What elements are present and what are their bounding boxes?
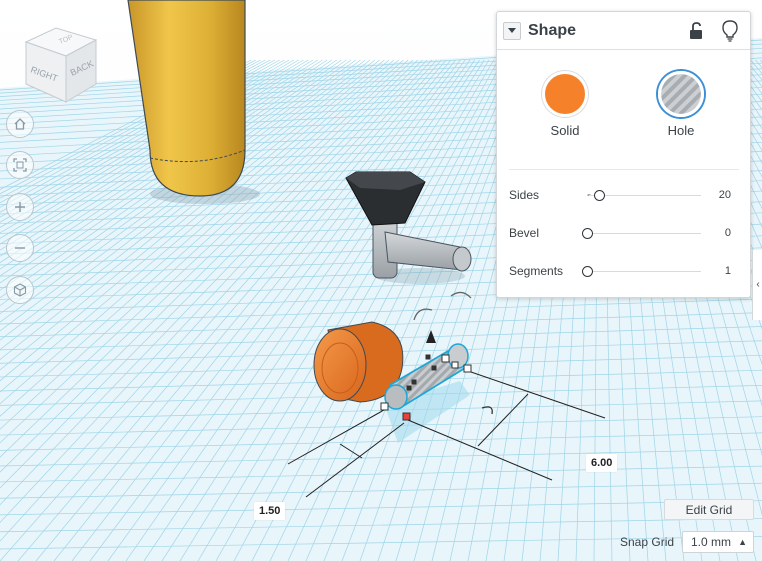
lightbulb-icon[interactable]	[722, 20, 738, 42]
segments-slider-knob[interactable]	[582, 266, 593, 277]
diameter-dimension[interactable]: 1.50	[254, 502, 286, 520]
zoom-in-button[interactable]	[6, 193, 34, 221]
sides-label: Sides	[509, 188, 540, 202]
fit-view-button[interactable]	[6, 151, 34, 179]
segments-label: Segments	[509, 264, 564, 278]
solid-label: Solid	[550, 123, 580, 138]
home-view-button[interactable]	[6, 110, 34, 138]
inspector-title: Shape	[528, 22, 577, 39]
snap-grid-label: Snap Grid	[620, 535, 675, 549]
length-dimension[interactable]: 6.00	[586, 454, 618, 472]
panel-edge-tab[interactable]: ‹	[752, 250, 762, 320]
bevel-label: Bevel	[509, 226, 540, 240]
param-bevel: Bevel 0	[509, 224, 741, 244]
bevel-slider-knob[interactable]	[582, 228, 593, 239]
plus-icon	[15, 202, 25, 212]
segments-slider-track[interactable]	[589, 271, 701, 272]
shape-inspector: Shape Solid Hole Sides - 20 Bevel 0 Segm…	[496, 11, 751, 298]
edit-grid-button[interactable]: Edit Grid	[664, 499, 754, 520]
collapse-button[interactable]	[503, 22, 521, 40]
cube-icon	[13, 283, 27, 297]
param-sides: Sides - 20	[509, 186, 741, 206]
inspector-header: Shape	[497, 12, 750, 49]
lock-icon[interactable]	[687, 21, 705, 41]
solid-swatch[interactable]	[542, 71, 588, 117]
panel-separator	[509, 169, 739, 170]
hole-label: Hole	[667, 123, 695, 138]
snap-grid-value: 1.0 mm	[691, 535, 732, 549]
param-segments: Segments 1	[509, 262, 741, 282]
perspective-button[interactable]	[6, 276, 34, 304]
hole-swatch[interactable]	[658, 71, 704, 117]
sides-slider-knob[interactable]	[594, 190, 605, 201]
fit-all-icon	[13, 158, 27, 172]
sides-minus: -	[587, 187, 591, 201]
chevron-down-icon	[508, 28, 516, 33]
sides-slider-track[interactable]	[589, 195, 701, 196]
zoom-out-button[interactable]	[6, 234, 34, 262]
snap-grid-select[interactable]: 1.0 mm ▲	[682, 531, 754, 553]
segments-value[interactable]: 1	[725, 265, 731, 277]
hole-stripe-icon	[661, 74, 701, 114]
chevron-left-icon: ‹	[756, 279, 760, 290]
home-icon	[14, 118, 26, 130]
caret-up-icon: ▲	[738, 537, 747, 547]
sides-value[interactable]: 20	[719, 189, 731, 201]
bevel-value[interactable]: 0	[725, 227, 731, 239]
minus-icon	[15, 247, 25, 249]
view-cube[interactable]: TOP RIGHT BACK	[20, 22, 102, 108]
header-divider	[497, 49, 750, 50]
bevel-slider-track[interactable]	[589, 233, 701, 234]
